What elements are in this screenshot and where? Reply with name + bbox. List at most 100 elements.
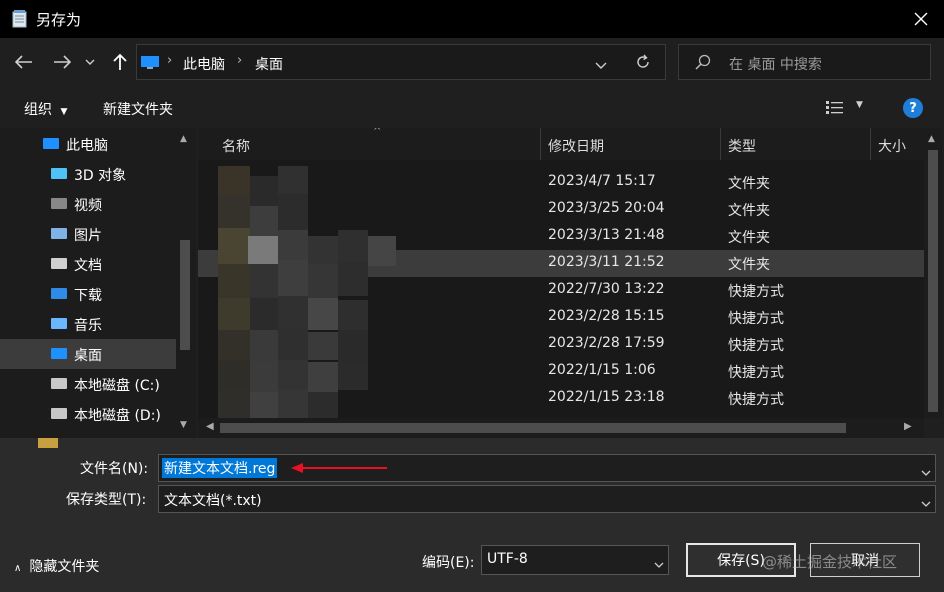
desktop-icon	[50, 345, 68, 363]
sidebar-item[interactable]: 本地磁盘 (C:)	[0, 369, 176, 399]
filename-input[interactable]: 新建文本文档.reg	[158, 454, 936, 482]
scroll-right-icon[interactable]: ▶	[904, 421, 912, 432]
file-type: 文件夹	[728, 176, 770, 192]
column-name[interactable]: 名称	[222, 136, 250, 156]
encoding-label: 编码(E):	[422, 555, 475, 571]
filename-label: 文件名(N):	[80, 461, 149, 477]
column-header-row: 名称 ^ 修改日期 类型 大小	[198, 128, 924, 160]
filetype-select[interactable]: 文本文档(*.txt)	[158, 485, 936, 513]
view-options-button[interactable]: ▼	[826, 100, 868, 116]
column-divider[interactable]	[870, 128, 871, 160]
recent-locations-button[interactable]	[80, 48, 100, 76]
chevron-down-icon	[595, 62, 607, 69]
sidebar-item-partial[interactable]	[0, 428, 176, 438]
file-date: 2022/1/15 23:18	[548, 389, 665, 405]
sidebar-item-label: 桌面	[74, 348, 102, 364]
title-bar: 另存为	[0, 0, 944, 38]
file-list-scrollbar[interactable]: ▲	[924, 128, 942, 418]
list-view-icon	[826, 101, 843, 114]
breadcrumb-this-pc[interactable]: 此电脑	[183, 54, 225, 74]
caret-down-icon: ▼	[856, 100, 863, 110]
file-date: 2023/2/28 17:59	[548, 335, 665, 351]
sidebar-item[interactable]: 本地磁盘 (D:)	[0, 399, 176, 429]
sidebar-item[interactable]: 桌面	[0, 339, 176, 369]
forward-button[interactable]	[48, 48, 76, 76]
scroll-left-icon[interactable]: ◀	[206, 421, 214, 432]
file-date: 2023/4/7 15:17	[548, 173, 656, 189]
arrow-left-icon	[15, 55, 32, 69]
help-icon: ?	[909, 100, 917, 116]
document-icon	[50, 255, 68, 273]
chevron-down-icon[interactable]	[921, 465, 931, 481]
arrow-right-icon	[54, 55, 71, 69]
blurred-file-names	[218, 166, 398, 418]
refresh-icon	[637, 54, 649, 68]
column-date[interactable]: 修改日期	[548, 136, 604, 156]
sidebar-item-label: 本地磁盘 (C:)	[74, 378, 160, 394]
organize-label: 组织	[24, 102, 52, 118]
column-divider[interactable]	[540, 128, 541, 160]
filename-value: 新建文本文档.reg	[162, 458, 278, 478]
scroll-down-icon[interactable]: ▼	[180, 420, 187, 430]
folder-icon	[38, 438, 58, 448]
scrollbar-thumb[interactable]	[180, 240, 190, 350]
help-button[interactable]: ?	[903, 98, 923, 118]
file-type: 快捷方式	[728, 365, 784, 381]
filetype-label: 保存类型(T):	[66, 492, 147, 508]
column-size[interactable]: 大小	[878, 136, 906, 156]
encoding-select[interactable]: UTF-8	[481, 545, 669, 575]
scroll-up-icon[interactable]: ▲	[928, 134, 935, 144]
red-arrow-annotation	[289, 462, 389, 478]
scrollbar-thumb[interactable]	[220, 423, 846, 433]
file-type: 快捷方式	[728, 284, 784, 300]
horizontal-scrollbar[interactable]: ◀ ▶	[198, 418, 924, 438]
search-placeholder: 在 桌面 中搜索	[729, 57, 822, 73]
cube-icon	[50, 165, 68, 183]
sidebar-item-label: 本地磁盘 (D:)	[74, 408, 161, 424]
sidebar-item[interactable]: 图片	[0, 219, 176, 249]
navigation-pane: 此电脑 3D 对象视频图片文档下载音乐桌面本地磁盘 (C:) 本地磁盘 (D:)	[0, 128, 196, 438]
chevron-up-icon: ∧	[14, 563, 22, 574]
file-type: 快捷方式	[728, 392, 784, 408]
address-bar[interactable]: › 此电脑 › 桌面	[136, 44, 666, 80]
hide-folders-button[interactable]: ∧ 隐藏文件夹	[14, 556, 99, 576]
back-button[interactable]	[10, 48, 38, 76]
file-type: 快捷方式	[728, 338, 784, 354]
file-date: 2022/1/15 1:06	[548, 362, 656, 378]
file-type: 文件夹	[728, 257, 770, 273]
up-button[interactable]	[106, 48, 134, 76]
close-button[interactable]	[898, 0, 944, 38]
sidebar-item-label: 文档	[74, 258, 102, 274]
music-icon	[50, 315, 68, 333]
encoding-value: UTF-8	[487, 551, 528, 567]
download-icon	[50, 285, 68, 303]
sidebar-item[interactable]: 文档	[0, 249, 176, 279]
breadcrumb-desktop[interactable]: 桌面	[255, 54, 283, 74]
sidebar-item[interactable]: 视频	[0, 189, 176, 219]
sidebar-item[interactable]: 音乐	[0, 309, 176, 339]
file-type: 文件夹	[728, 230, 770, 246]
sidebar-item-label: 视频	[74, 198, 102, 214]
sidebar-item-label: 此电脑	[66, 138, 108, 154]
chevron-down-icon	[654, 557, 664, 573]
column-divider[interactable]	[720, 128, 721, 160]
scrollbar-thumb[interactable]	[928, 150, 938, 412]
refresh-button[interactable]	[635, 54, 651, 74]
sort-ascending-icon: ^	[373, 128, 382, 137]
search-icon	[695, 54, 711, 74]
sidebar-item[interactable]: 3D 对象	[0, 159, 176, 189]
organize-button[interactable]: 组织 ▼	[24, 99, 67, 119]
sidebar-item[interactable]: 此电脑	[0, 129, 176, 159]
navigation-scrollbar[interactable]: ▲ ▼	[176, 128, 194, 438]
sidebar-item[interactable]: 下载	[0, 279, 176, 309]
file-date: 2023/3/25 20:04	[548, 200, 665, 216]
column-type[interactable]: 类型	[728, 136, 756, 156]
sidebar-item-label: 音乐	[74, 318, 102, 334]
scroll-up-icon[interactable]: ▲	[180, 134, 187, 144]
computer-icon	[141, 55, 159, 69]
drive-icon	[50, 375, 68, 393]
close-icon	[914, 12, 928, 26]
search-input[interactable]: 在 桌面 中搜索	[678, 44, 931, 80]
address-dropdown-button[interactable]	[595, 58, 607, 74]
new-folder-button[interactable]: 新建文件夹	[103, 99, 173, 119]
